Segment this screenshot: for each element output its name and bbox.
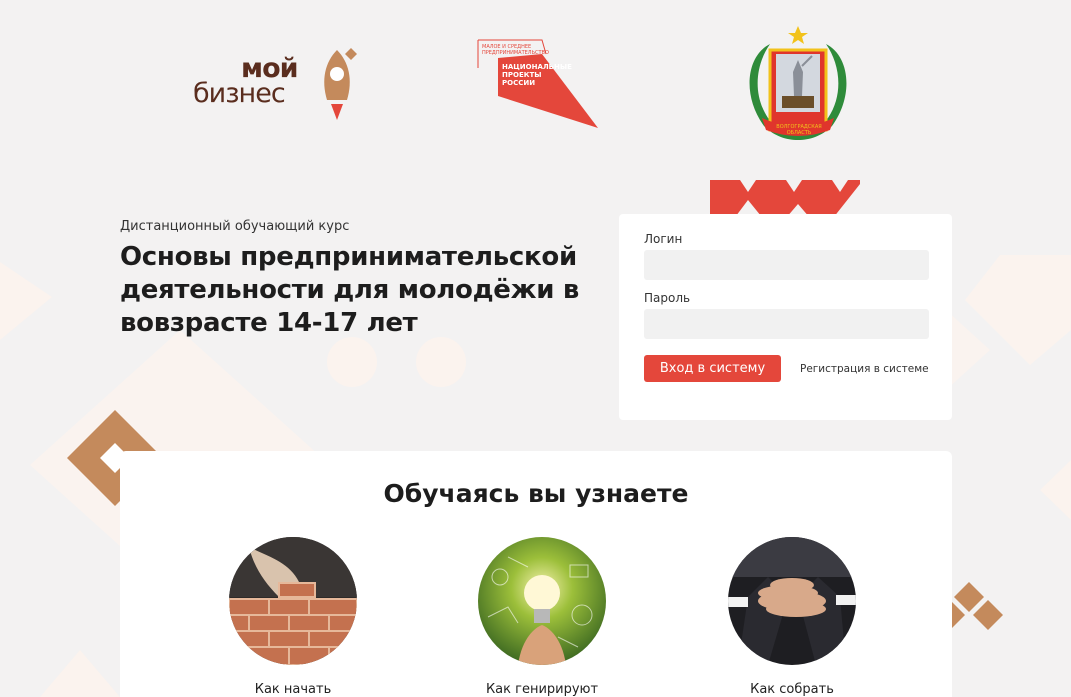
- np-big-line-1: НАЦИОНАЛЬНЫЕ: [502, 63, 572, 71]
- learn-item-caption: Как собрать: [750, 682, 834, 697]
- rocket-icon: [324, 48, 357, 120]
- np-small-line-2: ПРЕДПРИНИМАТЕЛЬСТВО: [482, 50, 549, 56]
- login-button[interactable]: Вход в систему: [644, 355, 781, 382]
- learn-item-caption: Как начать: [254, 682, 332, 697]
- course-title: Основы предпринимательской деятельности …: [120, 242, 580, 338]
- lightbulb-photo-icon: [478, 537, 606, 665]
- moi-biznes-logo: мой бизнес: [193, 46, 363, 124]
- password-input[interactable]: [644, 309, 929, 339]
- emblem-ribbon-text: ВОЛГОГРАДСКАЯ ОБЛАСТЬ: [776, 124, 822, 136]
- login-label: Логин: [644, 232, 683, 246]
- np-big-line-2: ПРОЕКТЫ: [502, 71, 542, 79]
- volgograd-emblem-logo: ВОЛГОГРАДСКАЯ ОБЛАСТЬ: [740, 26, 858, 144]
- login-input[interactable]: [644, 250, 929, 280]
- learn-section-title: Обучаясь вы узнаете: [383, 479, 689, 508]
- learn-item-caption: Как генирируют: [485, 682, 599, 697]
- national-projects-logo: МАЛОЕ И СРЕДНЕЕ ПРЕДПРИНИМАТЕЛЬСТВО НАЦИ…: [476, 38, 600, 130]
- register-link[interactable]: Регистрация в системе: [800, 363, 929, 375]
- logo-line-2: бизнес: [193, 78, 286, 109]
- learn-item-ideas: Как генирируют: [452, 537, 632, 697]
- bricks-photo-icon: [229, 537, 357, 665]
- team-hands-photo-icon: [728, 537, 856, 665]
- np-big-line-3: РОССИИ: [502, 79, 536, 87]
- password-label: Пароль: [644, 291, 691, 305]
- learn-item-start: Как начать: [203, 537, 383, 697]
- learn-section: Обучаясь вы узнаете Как начать Как генир…: [120, 451, 952, 697]
- course-subtitle: Дистанционный обучающий курс: [120, 219, 350, 234]
- learn-item-team: Как собрать: [702, 537, 882, 697]
- login-form: Логин Пароль Вход в систему Регистрация …: [619, 214, 952, 420]
